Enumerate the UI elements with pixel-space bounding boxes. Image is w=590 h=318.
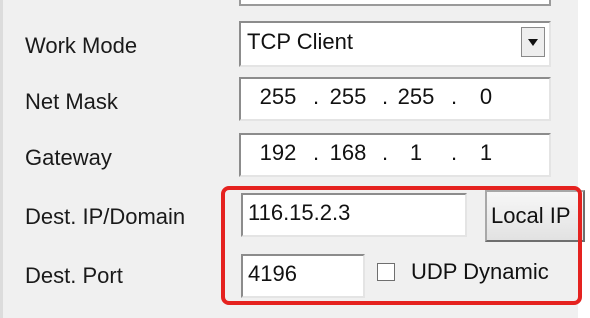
ip-separator: .	[450, 84, 458, 109]
highlight-annotation-box	[221, 186, 582, 305]
gateway-label: Gateway	[25, 145, 112, 170]
cut-off-field	[239, 0, 551, 6]
dest-port-label: Dest. Port	[25, 263, 123, 288]
net-mask-octet-2[interactable]: 255	[325, 84, 371, 110]
net-mask-label: Net Mask	[25, 89, 118, 114]
net-mask-octet-3[interactable]: 255	[393, 84, 439, 110]
gateway-octet-3[interactable]: 1	[393, 140, 439, 166]
gateway-octet-1[interactable]: 192	[255, 140, 301, 166]
ip-separator: .	[312, 140, 320, 165]
gateway-field[interactable]: 192 . 168 . 1 . 1	[239, 133, 551, 177]
gateway-octet-4[interactable]: 1	[463, 140, 509, 166]
net-mask-field[interactable]: 255 . 255 . 255 . 0	[239, 77, 551, 121]
chevron-down-icon[interactable]	[521, 27, 545, 57]
ip-separator: .	[450, 140, 458, 165]
ip-separator: .	[312, 84, 320, 109]
gateway-octet-2[interactable]: 168	[325, 140, 371, 166]
ip-separator: .	[381, 140, 389, 165]
work-mode-value: TCP Client	[247, 29, 353, 54]
dest-ip-label: Dest. IP/Domain	[25, 204, 186, 229]
ip-separator: .	[381, 84, 389, 109]
work-mode-select[interactable]: TCP Client	[239, 21, 551, 67]
net-mask-octet-4[interactable]: 0	[463, 84, 509, 110]
work-mode-label: Work Mode	[25, 33, 138, 58]
net-mask-octet-1[interactable]: 255	[255, 84, 301, 110]
